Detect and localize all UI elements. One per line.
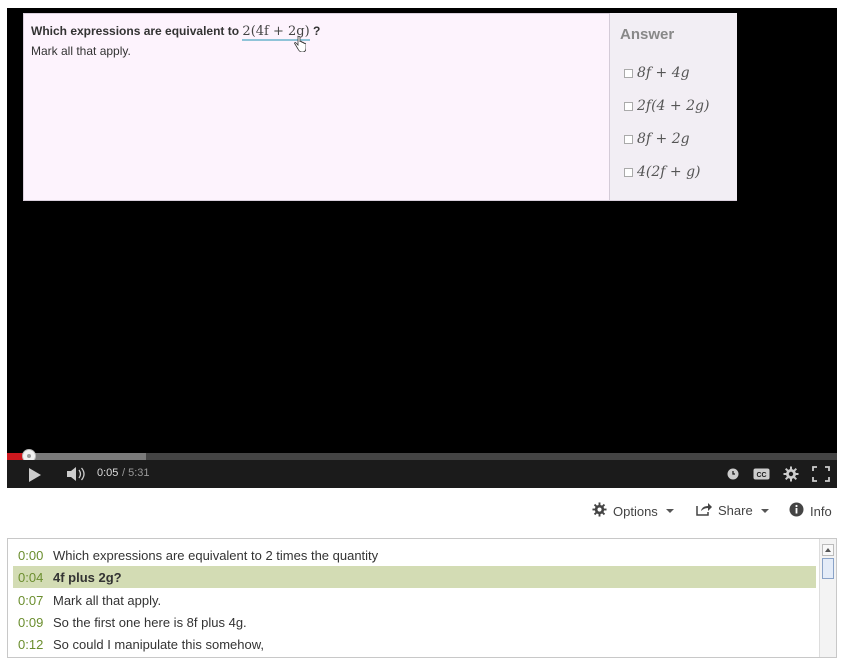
checkbox[interactable] xyxy=(624,68,633,78)
answer-option-3[interactable]: 8f + 2g xyxy=(624,131,690,147)
answer-option-4[interactable]: 4(2f + g) xyxy=(624,164,701,180)
expression-coefficient: 2 xyxy=(242,24,251,41)
transcript-row[interactable]: 0:00 Which expressions are equivalent to… xyxy=(13,544,816,566)
transcript-row[interactable]: 0:07 Mark all that apply. xyxy=(13,589,816,611)
answer-title: Answer xyxy=(620,26,675,43)
transcript-panel[interactable]: 0:00 Which expressions are equivalent to… xyxy=(7,538,837,658)
question-suffix: ? xyxy=(309,24,321,38)
play-icon[interactable] xyxy=(29,468,41,482)
question-text: Which expressions are equivalent to 2(4f… xyxy=(31,24,321,41)
chevron-down-icon xyxy=(665,509,674,513)
question-card: Which expressions are equivalent to 2(4f… xyxy=(23,13,737,201)
scrollbar-thumb[interactable] xyxy=(822,558,834,579)
gear-icon xyxy=(592,502,607,520)
progress-bar[interactable] xyxy=(7,449,837,463)
answer-option-label: 8f + 4g xyxy=(637,65,690,81)
transcript-text: Mark all that apply. xyxy=(53,592,162,608)
checkbox[interactable] xyxy=(624,134,633,144)
transcript-time[interactable]: 0:09 xyxy=(13,615,53,630)
player-controls: 0:05 / 5:31 CC xyxy=(7,460,837,488)
checkbox[interactable] xyxy=(624,167,633,177)
transcript-row[interactable]: 0:09 So the first one here is 8f plus 4g… xyxy=(13,611,816,633)
transcript-time[interactable]: 0:00 xyxy=(13,548,53,563)
options-label: Options xyxy=(613,503,658,519)
total-time: / 5:31 xyxy=(122,467,150,479)
svg-text:CC: CC xyxy=(756,472,766,479)
transcript-time[interactable]: 0:04 xyxy=(13,570,53,585)
current-time: 0:05 xyxy=(97,467,119,479)
answer-option-label: 8f + 2g xyxy=(637,131,690,147)
share-icon xyxy=(696,502,712,519)
fullscreen-icon[interactable] xyxy=(811,465,831,483)
chevron-down-icon xyxy=(760,508,769,513)
answer-option-1[interactable]: 8f + 4g xyxy=(624,65,690,81)
answer-option-label: 4(2f + g) xyxy=(637,164,701,180)
transcript-time[interactable]: 0:07 xyxy=(13,593,53,608)
share-button[interactable]: Share xyxy=(696,502,769,519)
checkbox[interactable] xyxy=(624,101,633,111)
closed-captions-icon[interactable]: CC xyxy=(752,465,770,483)
question-subtext: Mark all that apply. xyxy=(31,44,131,58)
share-label: Share xyxy=(718,503,753,518)
transcript-text: Which expressions are equivalent to 2 ti… xyxy=(53,547,379,563)
gear-icon[interactable] xyxy=(782,465,800,483)
answer-option-label: 2f(4 + 2g) xyxy=(637,98,710,114)
answer-option-2[interactable]: 2f(4 + 2g) xyxy=(624,98,709,114)
transcript-row-active[interactable]: 0:04 4f plus 2g? xyxy=(13,566,816,588)
hand-cursor-icon xyxy=(294,35,307,55)
transcript-time[interactable]: 0:12 xyxy=(13,637,53,652)
video-player[interactable]: Which expressions are equivalent to 2(4f… xyxy=(7,8,837,488)
scrollbar[interactable] xyxy=(819,539,836,657)
question-prefix: Which expressions are equivalent to xyxy=(31,24,243,38)
info-icon xyxy=(789,502,804,520)
clock-icon[interactable] xyxy=(726,465,740,483)
transcript-text: So the first one here is 8f plus 4g. xyxy=(53,614,247,630)
answer-panel: Answer 8f + 4g 2f(4 + 2g) 8f + 2g 4(2f +… xyxy=(609,13,737,200)
transcript-text: So could I manipulate this somehow, xyxy=(53,636,265,652)
info-label: Info xyxy=(810,503,832,519)
options-button[interactable]: Options xyxy=(592,502,674,520)
transcript-text: 4f plus 2g? xyxy=(53,569,122,585)
transcript-row[interactable]: 0:12 So could I manipulate this somehow, xyxy=(13,633,816,655)
info-button[interactable]: Info xyxy=(789,502,832,520)
video-toolbar: Options Share Info xyxy=(0,500,844,522)
volume-icon[interactable] xyxy=(65,466,87,482)
scroll-up-arrow-icon[interactable] xyxy=(822,544,834,556)
